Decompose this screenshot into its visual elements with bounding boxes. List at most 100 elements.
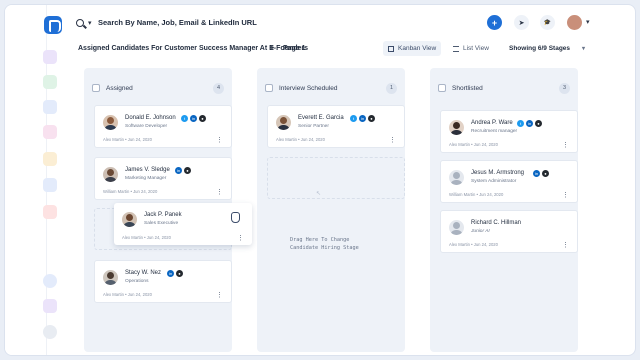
github-icon[interactable]: ● — [184, 167, 191, 174]
drop-arrow-icon: ↖ — [316, 191, 322, 197]
chevron-down-icon[interactable]: ▾ — [586, 18, 590, 26]
breadcrumb-separator: > — [270, 45, 275, 52]
social-links: t in ● — [350, 115, 375, 122]
twitter-icon[interactable]: t — [350, 115, 357, 122]
stages-label: Showing 6/9 Stages — [509, 45, 571, 52]
tab-list-view[interactable]: List View — [448, 41, 494, 56]
candidate-name[interactable]: Richard C. Hillman — [471, 220, 521, 226]
candidate-meta: William Martin • Jun 24, 2020 — [103, 189, 158, 194]
candidate-card[interactable]: Jesus M. Armstrong in ● System Administr… — [440, 160, 578, 203]
grab-cursor-icon — [231, 212, 240, 223]
column-count-badge: 4 — [213, 82, 224, 94]
column-checkbox[interactable] — [438, 84, 446, 92]
candidate-card[interactable]: Everett E. Garcia t in ● Senior Partner … — [267, 105, 405, 148]
stages-dropdown[interactable]: Showing 6/9 Stages ▾ — [505, 41, 585, 56]
candidate-card[interactable]: Andrea P. Ware t in ● Recruitment manage… — [440, 110, 578, 153]
candidate-name[interactable]: Donald E. Johnson — [125, 115, 176, 121]
candidate-name[interactable]: Stacy W. Nez — [125, 270, 161, 276]
card-menu-icon[interactable]: ⋮ — [237, 234, 244, 242]
candidate-role: Senior Partner — [298, 124, 329, 129]
column-header: Assigned 4 — [92, 82, 224, 94]
drop-hint-text: Drag Here To Change Candidate Hiring Sta… — [290, 237, 359, 251]
drop-zone[interactable] — [267, 157, 405, 199]
dragging-candidate-card[interactable]: Jack P. Panek Sales Executive Alex Marti… — [114, 203, 252, 245]
github-icon[interactable]: ● — [542, 170, 549, 177]
linkedin-icon[interactable]: in — [526, 120, 533, 127]
column-checkbox[interactable] — [265, 84, 273, 92]
send-icon[interactable]: ➤ — [514, 15, 529, 30]
candidate-name[interactable]: Jesus M. Armstrong — [471, 170, 524, 176]
github-icon[interactable]: ● — [199, 115, 206, 122]
column-checkbox[interactable] — [92, 84, 100, 92]
sidebar — [5, 5, 47, 355]
candidate-role: Recruitment manager — [471, 129, 518, 134]
candidate-name[interactable]: James V. Sledge — [125, 167, 170, 173]
linkedin-icon[interactable]: in — [190, 115, 197, 122]
linkedin-icon[interactable]: in — [167, 270, 174, 277]
social-links: in ● — [175, 167, 191, 174]
avatar — [103, 167, 118, 182]
sidebar-item-reports[interactable] — [43, 274, 57, 288]
avatar — [449, 120, 464, 135]
card-menu-icon[interactable]: ⋮ — [216, 188, 223, 196]
social-links: t in ● — [181, 115, 206, 122]
candidate-card[interactable]: Richard C. Hillman Junior AI Alex Martin… — [440, 210, 578, 253]
social-links: in ● — [167, 270, 183, 277]
candidate-name[interactable]: Everett E. Garcia — [298, 115, 344, 121]
sidebar-item-contacts[interactable] — [43, 125, 57, 139]
sidebar-item-jobs[interactable] — [43, 100, 57, 114]
card-menu-icon[interactable]: ⋮ — [389, 136, 396, 144]
candidate-name[interactable]: Andrea P. Ware — [471, 120, 513, 126]
linkedin-icon[interactable]: in — [533, 170, 540, 177]
candidate-role: Sales Executive — [144, 221, 179, 226]
card-menu-icon[interactable]: ⋮ — [216, 136, 223, 144]
candidate-card[interactable]: Stacy W. Nez in ● Operations Alex Martin… — [94, 260, 232, 303]
card-menu-icon[interactable]: ⋮ — [216, 291, 223, 299]
tab-kanban-view[interactable]: Kanban View — [383, 41, 442, 56]
avatar — [449, 170, 464, 185]
add-button[interactable]: + — [487, 15, 502, 30]
github-icon[interactable]: ● — [535, 120, 542, 127]
avatar — [122, 212, 137, 227]
candidate-meta: Alex Martin • Jun 24, 2020 — [449, 142, 498, 147]
candidate-meta: Alex Martin • Jun 24, 2020 — [103, 137, 152, 142]
candidate-meta: Alex Martin • Jun 24, 2020 — [122, 235, 171, 240]
candidate-card[interactable]: James V. Sledge in ● Marketing Manager W… — [94, 157, 232, 200]
sidebar-item-calendar[interactable] — [43, 205, 57, 219]
card-menu-icon[interactable]: ⋮ — [562, 141, 569, 149]
column-title: Shortlisted — [452, 84, 483, 92]
twitter-icon[interactable]: t — [181, 115, 188, 122]
sidebar-item-settings[interactable] — [43, 325, 57, 339]
linkedin-icon[interactable]: in — [175, 167, 182, 174]
sidebar-item-dashboard[interactable] — [43, 50, 57, 64]
sidebar-item-billing[interactable] — [43, 299, 57, 313]
user-avatar[interactable] — [567, 15, 582, 30]
sidebar-item-mail[interactable] — [43, 178, 57, 192]
avatar — [103, 115, 118, 130]
github-icon[interactable]: ● — [176, 270, 183, 277]
chevron-down-icon: ▾ — [581, 46, 585, 52]
linkedin-icon[interactable]: in — [359, 115, 366, 122]
chevron-down-icon[interactable]: ▾ — [88, 19, 92, 27]
graduation-cap-icon[interactable]: 🎓 — [540, 15, 555, 30]
twitter-icon[interactable]: t — [517, 120, 524, 127]
card-menu-icon[interactable]: ⋮ — [562, 241, 569, 249]
column-title: Interview Scheduled — [279, 84, 338, 92]
app-logo[interactable] — [44, 16, 62, 34]
column-count-badge: 3 — [559, 82, 570, 94]
search-input[interactable]: Search By Name, Job, Email & LinkedIn UR… — [98, 18, 257, 27]
candidate-meta: Alex Martin • Jun 24, 2020 — [103, 292, 152, 297]
candidate-card[interactable]: Donald E. Johnson t in ● Software Develo… — [94, 105, 232, 148]
search-icon[interactable] — [76, 19, 84, 27]
sidebar-item-candidates[interactable] — [43, 75, 57, 89]
card-menu-icon[interactable]: ⋮ — [562, 191, 569, 199]
sidebar-item-portfolio[interactable] — [43, 152, 57, 166]
social-links: in ● — [533, 170, 549, 177]
candidate-name[interactable]: Jack P. Panek — [144, 212, 182, 218]
candidate-role: Marketing Manager — [125, 176, 167, 181]
kanban-icon — [388, 45, 394, 52]
github-icon[interactable]: ● — [368, 115, 375, 122]
candidate-role: Operations — [125, 279, 149, 284]
candidate-role: System Administrator — [471, 179, 517, 184]
avatar — [276, 115, 291, 130]
